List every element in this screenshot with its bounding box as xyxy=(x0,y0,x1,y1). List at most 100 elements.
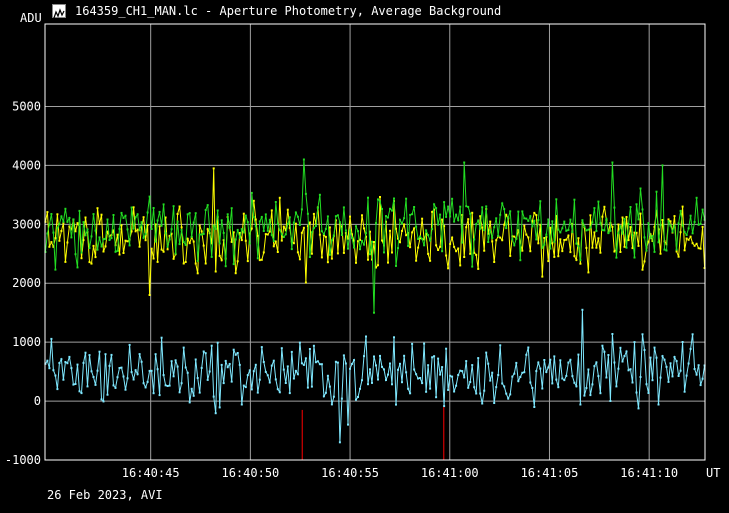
data-point xyxy=(314,225,317,227)
data-point xyxy=(689,235,692,238)
data-point xyxy=(453,390,456,393)
data-point xyxy=(190,235,193,238)
data-point xyxy=(330,403,333,406)
data-point xyxy=(591,383,594,386)
data-point xyxy=(661,164,664,167)
data-point xyxy=(304,357,307,360)
data-point xyxy=(206,204,209,207)
data-point xyxy=(699,247,702,250)
data-point xyxy=(296,215,299,218)
data-point xyxy=(455,213,458,216)
data-point xyxy=(439,213,442,216)
data-point xyxy=(250,227,253,230)
data-point xyxy=(340,234,343,236)
data-point xyxy=(324,391,327,394)
data-point xyxy=(222,382,225,385)
data-point xyxy=(254,225,257,228)
data-point xyxy=(270,209,273,212)
data-point xyxy=(58,239,61,242)
data-point xyxy=(509,393,512,396)
data-point xyxy=(220,219,223,222)
data-point xyxy=(497,234,500,237)
data-point xyxy=(457,219,460,222)
data-point xyxy=(687,362,690,365)
data-point xyxy=(142,236,145,239)
data-point xyxy=(403,354,406,357)
data-point xyxy=(485,205,488,208)
data-point xyxy=(525,353,528,356)
data-point xyxy=(649,237,652,240)
data-point xyxy=(425,390,428,393)
data-point xyxy=(310,252,313,255)
data-point xyxy=(252,216,255,219)
data-point xyxy=(517,210,520,213)
data-point xyxy=(278,229,281,232)
data-point xyxy=(56,226,59,229)
data-point xyxy=(276,251,279,253)
data-point xyxy=(555,378,558,381)
data-point xyxy=(489,229,492,232)
data-point xyxy=(525,217,528,220)
data-point xyxy=(385,215,387,218)
data-point xyxy=(427,252,430,255)
data-point xyxy=(264,233,267,236)
data-point xyxy=(605,376,608,379)
data-point xyxy=(377,198,379,201)
data-point xyxy=(326,215,329,218)
data-point xyxy=(126,228,129,231)
data-point xyxy=(579,262,582,265)
data-point xyxy=(421,217,424,220)
data-point xyxy=(156,219,159,222)
data-point xyxy=(391,383,393,386)
data-point xyxy=(244,386,247,389)
data-point xyxy=(152,257,155,260)
data-point xyxy=(118,227,121,230)
data-point xyxy=(112,384,115,387)
data-point xyxy=(68,217,71,219)
data-point xyxy=(601,344,604,347)
data-point xyxy=(234,272,237,275)
data-point xyxy=(665,365,668,368)
data-point xyxy=(148,294,151,296)
data-point xyxy=(80,257,83,260)
data-point xyxy=(551,220,554,223)
data-point xyxy=(625,216,628,218)
data-point xyxy=(609,400,612,402)
data-point xyxy=(48,367,51,370)
data-point xyxy=(286,208,289,211)
data-point xyxy=(238,363,241,366)
data-point xyxy=(210,344,213,347)
data-point xyxy=(535,238,538,241)
data-point xyxy=(258,259,261,262)
data-point xyxy=(176,213,179,215)
data-point xyxy=(661,219,664,221)
data-point xyxy=(629,226,632,229)
data-point xyxy=(118,367,121,369)
data-point xyxy=(513,372,516,375)
series-line-1 xyxy=(44,159,706,313)
data-point xyxy=(431,228,434,230)
data-point xyxy=(569,218,572,221)
data-point xyxy=(82,221,85,224)
data-point xyxy=(306,386,309,389)
data-point xyxy=(477,219,480,222)
data-point xyxy=(437,249,440,251)
data-point xyxy=(409,213,412,216)
data-point xyxy=(138,353,141,356)
data-point xyxy=(481,226,484,229)
data-point xyxy=(361,214,363,217)
data-point xyxy=(465,226,468,229)
data-point xyxy=(94,229,97,232)
data-point xyxy=(687,238,690,241)
x-tick-label: 16:41:05 xyxy=(521,466,579,480)
data-point xyxy=(266,233,269,236)
data-point xyxy=(615,256,618,259)
data-point xyxy=(423,342,426,345)
data-point xyxy=(419,235,422,238)
data-point xyxy=(637,407,640,410)
data-point xyxy=(194,358,197,361)
data-point xyxy=(272,245,275,248)
data-point xyxy=(268,381,271,384)
data-point xyxy=(519,259,522,262)
data-point xyxy=(437,357,440,360)
